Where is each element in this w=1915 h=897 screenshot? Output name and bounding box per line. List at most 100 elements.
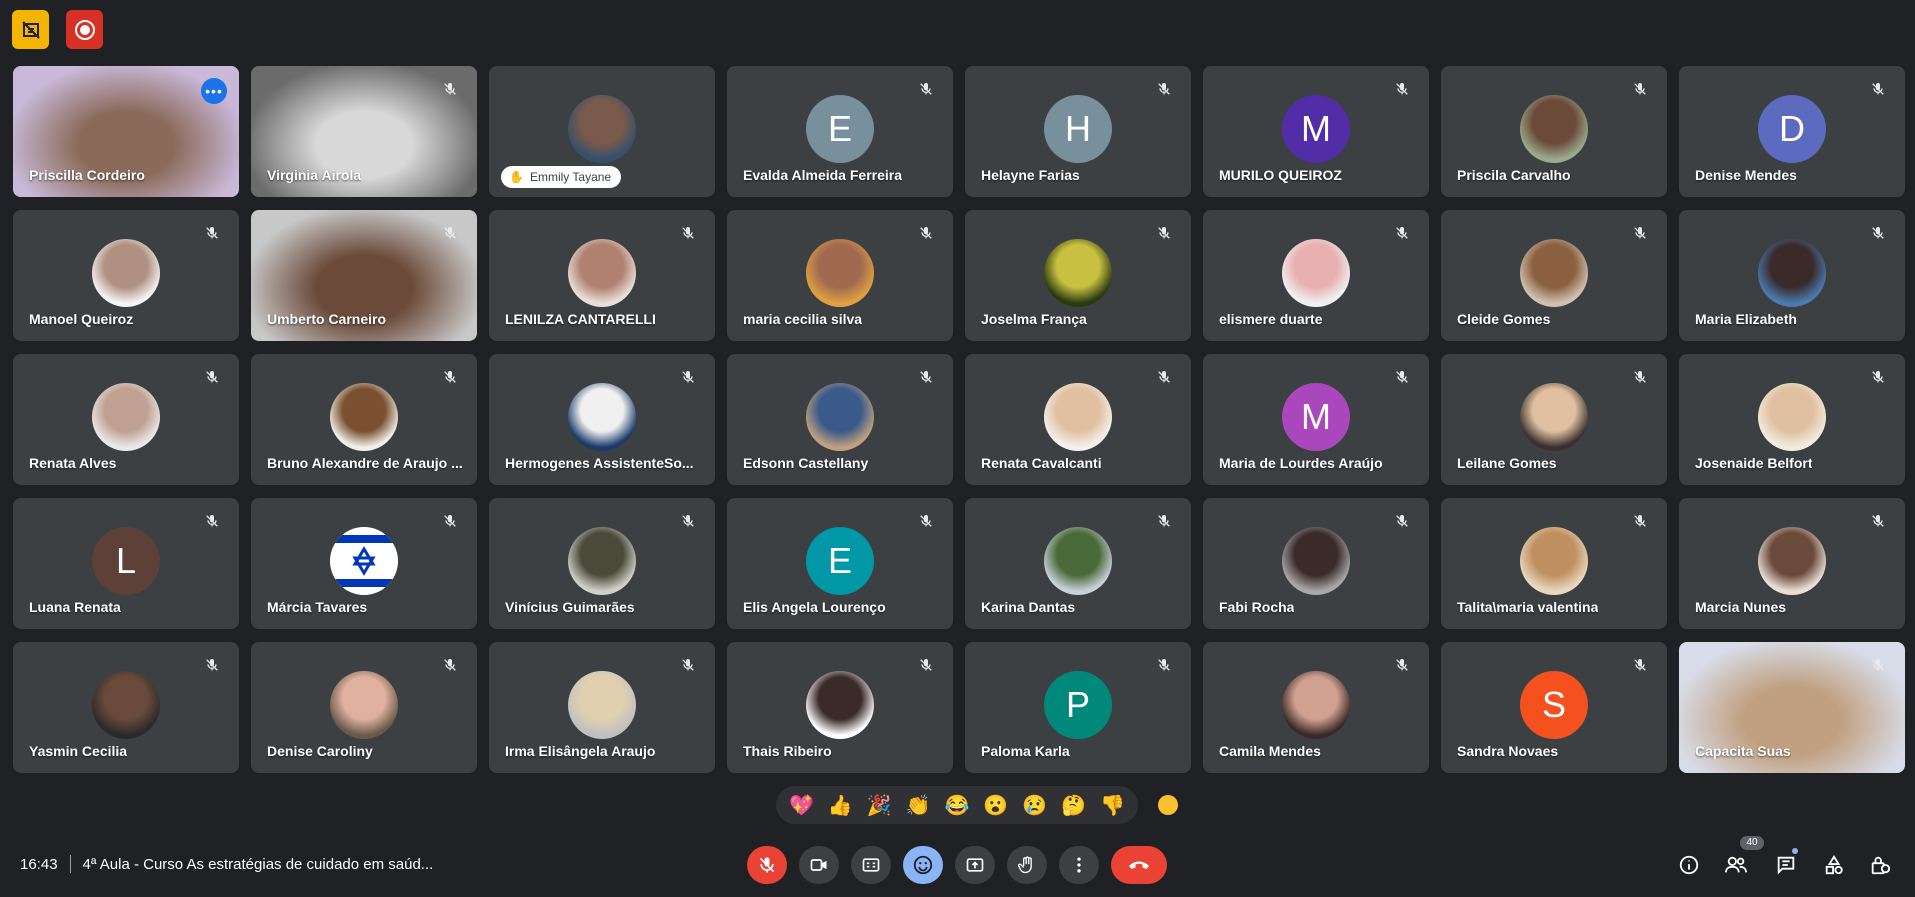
emoji-button[interactable]: [903, 846, 943, 884]
meeting-details-icon[interactable]: [1676, 852, 1702, 878]
participant-tile[interactable]: Márcia Tavares: [251, 498, 477, 629]
participant-tile[interactable]: Fabi Rocha: [1203, 498, 1429, 629]
participant-avatar: E: [806, 94, 874, 163]
participant-tile[interactable]: P Paloma Karla: [965, 642, 1191, 773]
participant-tile[interactable]: LENILZA CANTARELLI: [489, 210, 715, 341]
participant-name: Márcia Tavares: [267, 599, 368, 615]
reaction-emoji[interactable]: 💖: [789, 793, 814, 818]
reaction-emoji[interactable]: 🤔: [1061, 793, 1086, 818]
reaction-emoji[interactable]: 😢: [1022, 793, 1047, 818]
participant-avatar: [1044, 526, 1112, 595]
participant-avatar: H: [1044, 94, 1112, 163]
skin-tone-picker-icon[interactable]: [1158, 795, 1178, 815]
participant-tile[interactable]: Denise Caroliny: [251, 642, 477, 773]
participant-tile[interactable]: D Denise Mendes: [1679, 66, 1905, 197]
participant-name: LENILZA CANTARELLI: [505, 311, 656, 327]
reaction-emoji[interactable]: 🎉: [867, 793, 892, 818]
participant-tile[interactable]: Joselma França: [965, 210, 1191, 341]
participant-avatar: [1282, 526, 1350, 595]
participant-avatar: [92, 382, 160, 451]
camera-button[interactable]: [799, 846, 839, 884]
mic-off-icon: [439, 654, 461, 676]
participant-tile[interactable]: M MURILO QUEIROZ: [1203, 66, 1429, 197]
participant-tile[interactable]: Renata Cavalcanti: [965, 354, 1191, 485]
participant-tile[interactable]: Edsonn Castellany: [727, 354, 953, 485]
participant-name: Luana Renata: [29, 599, 121, 615]
participant-avatar: [1044, 382, 1112, 451]
participant-tile[interactable]: Leilane Gomes: [1441, 354, 1667, 485]
reaction-emoji[interactable]: 👏: [906, 793, 931, 818]
present-screen-button[interactable]: [955, 846, 995, 884]
participant-tile[interactable]: Thais Ribeiro: [727, 642, 953, 773]
participant-name: elismere duarte: [1219, 311, 1323, 327]
more-options-button[interactable]: [1059, 846, 1099, 884]
participant-tile[interactable]: Umberto Carneiro: [251, 210, 477, 341]
participant-name: Helayne Farias: [981, 167, 1080, 183]
participant-tile[interactable]: Bruno Alexandre de Araujo ...: [251, 354, 477, 485]
participant-tile[interactable]: maria cecilia silva: [727, 210, 953, 341]
mic-off-icon: [1629, 222, 1651, 244]
participant-name: Joselma França: [981, 311, 1087, 327]
participant-tile[interactable]: E Evalda Almeida Ferreira: [727, 66, 953, 197]
participant-tile[interactable]: elismere duarte: [1203, 210, 1429, 341]
participant-avatar: [1758, 382, 1826, 451]
participant-tile[interactable]: Virginia Airola: [251, 66, 477, 197]
mic-off-icon: [1867, 366, 1889, 388]
reaction-emoji[interactable]: 👎: [1100, 793, 1125, 818]
participant-name: Evalda Almeida Ferreira: [743, 167, 903, 183]
participant-tile[interactable]: Yasmin Cecilia: [13, 642, 239, 773]
participant-tile[interactable]: L Luana Renata: [13, 498, 239, 629]
mic-off-icon: [1153, 510, 1175, 532]
participant-tile[interactable]: Karina Dantas: [965, 498, 1191, 629]
mic-off-icon: [201, 366, 223, 388]
participant-tile[interactable]: Marcia Nunes: [1679, 498, 1905, 629]
chat-icon[interactable]: [1773, 852, 1799, 878]
mic-off-icon: [1629, 78, 1651, 100]
mic-off-icon: [1391, 222, 1413, 244]
participant-tile[interactable]: ✋ Emmily Tayane: [489, 66, 715, 197]
participant-tile[interactable]: Cleide Gomes: [1441, 210, 1667, 341]
participant-tile[interactable]: Vinícius Guimarães: [489, 498, 715, 629]
participant-tile[interactable]: E Elis Angela Lourenço: [727, 498, 953, 629]
people-icon[interactable]: [1723, 852, 1749, 878]
activities-icon[interactable]: [1821, 852, 1847, 878]
participant-tile[interactable]: S Sandra Novaes: [1441, 642, 1667, 773]
leave-call-button[interactable]: [1111, 846, 1167, 884]
participant-name: Yasmin Cecilia: [29, 743, 128, 759]
participant-avatar: [806, 670, 874, 739]
participant-tile[interactable]: M Maria de Lourdes Araújo: [1203, 354, 1429, 485]
participant-grid: ••• Priscilla Cordeiro Virginia Airola ✋ Emm…: [13, 66, 1905, 773]
people-count-badge: 40: [1740, 836, 1764, 850]
recording-icon[interactable]: [66, 10, 103, 49]
participant-tile[interactable]: Camila Mendes: [1203, 642, 1429, 773]
participant-avatar: E: [806, 526, 874, 595]
mic-off-button[interactable]: [747, 846, 787, 884]
layout-badge-icon[interactable]: [12, 10, 49, 49]
participant-tile[interactable]: Maria Elizabeth: [1679, 210, 1905, 341]
mic-off-icon: [1391, 78, 1413, 100]
mic-off-icon: [1867, 222, 1889, 244]
participant-tile[interactable]: Talita\maria valentina: [1441, 498, 1667, 629]
participant-avatar: [568, 382, 636, 451]
raise-hand-button[interactable]: [1007, 846, 1047, 884]
participant-tile[interactable]: Capacita Suas: [1679, 642, 1905, 773]
participant-name: Sandra Novaes: [1457, 743, 1559, 759]
chat-notification-dot: [1792, 848, 1798, 854]
participant-tile[interactable]: Irma Elisângela Araujo: [489, 642, 715, 773]
reaction-emoji[interactable]: 👍: [828, 793, 853, 818]
participant-tile[interactable]: Renata Alves: [13, 354, 239, 485]
mic-off-icon: [1391, 366, 1413, 388]
host-controls-icon[interactable]: [1867, 852, 1893, 878]
participant-tile[interactable]: H Helayne Farias: [965, 66, 1191, 197]
captions-button[interactable]: [851, 846, 891, 884]
participant-tile[interactable]: ••• Priscilla Cordeiro: [13, 66, 239, 197]
tile-more-options-button[interactable]: •••: [201, 78, 227, 104]
participant-tile[interactable]: Manoel Queiroz: [13, 210, 239, 341]
reaction-emoji[interactable]: 😂: [944, 793, 969, 818]
participant-name: Elis Angela Lourenço: [743, 599, 886, 615]
reaction-emoji[interactable]: 😮: [983, 793, 1008, 818]
participant-name: Renata Cavalcanti: [981, 455, 1102, 471]
participant-tile[interactable]: Josenaide Belfort: [1679, 354, 1905, 485]
participant-tile[interactable]: Priscila Carvalho: [1441, 66, 1667, 197]
participant-tile[interactable]: Hermogenes AssistenteSo...: [489, 354, 715, 485]
